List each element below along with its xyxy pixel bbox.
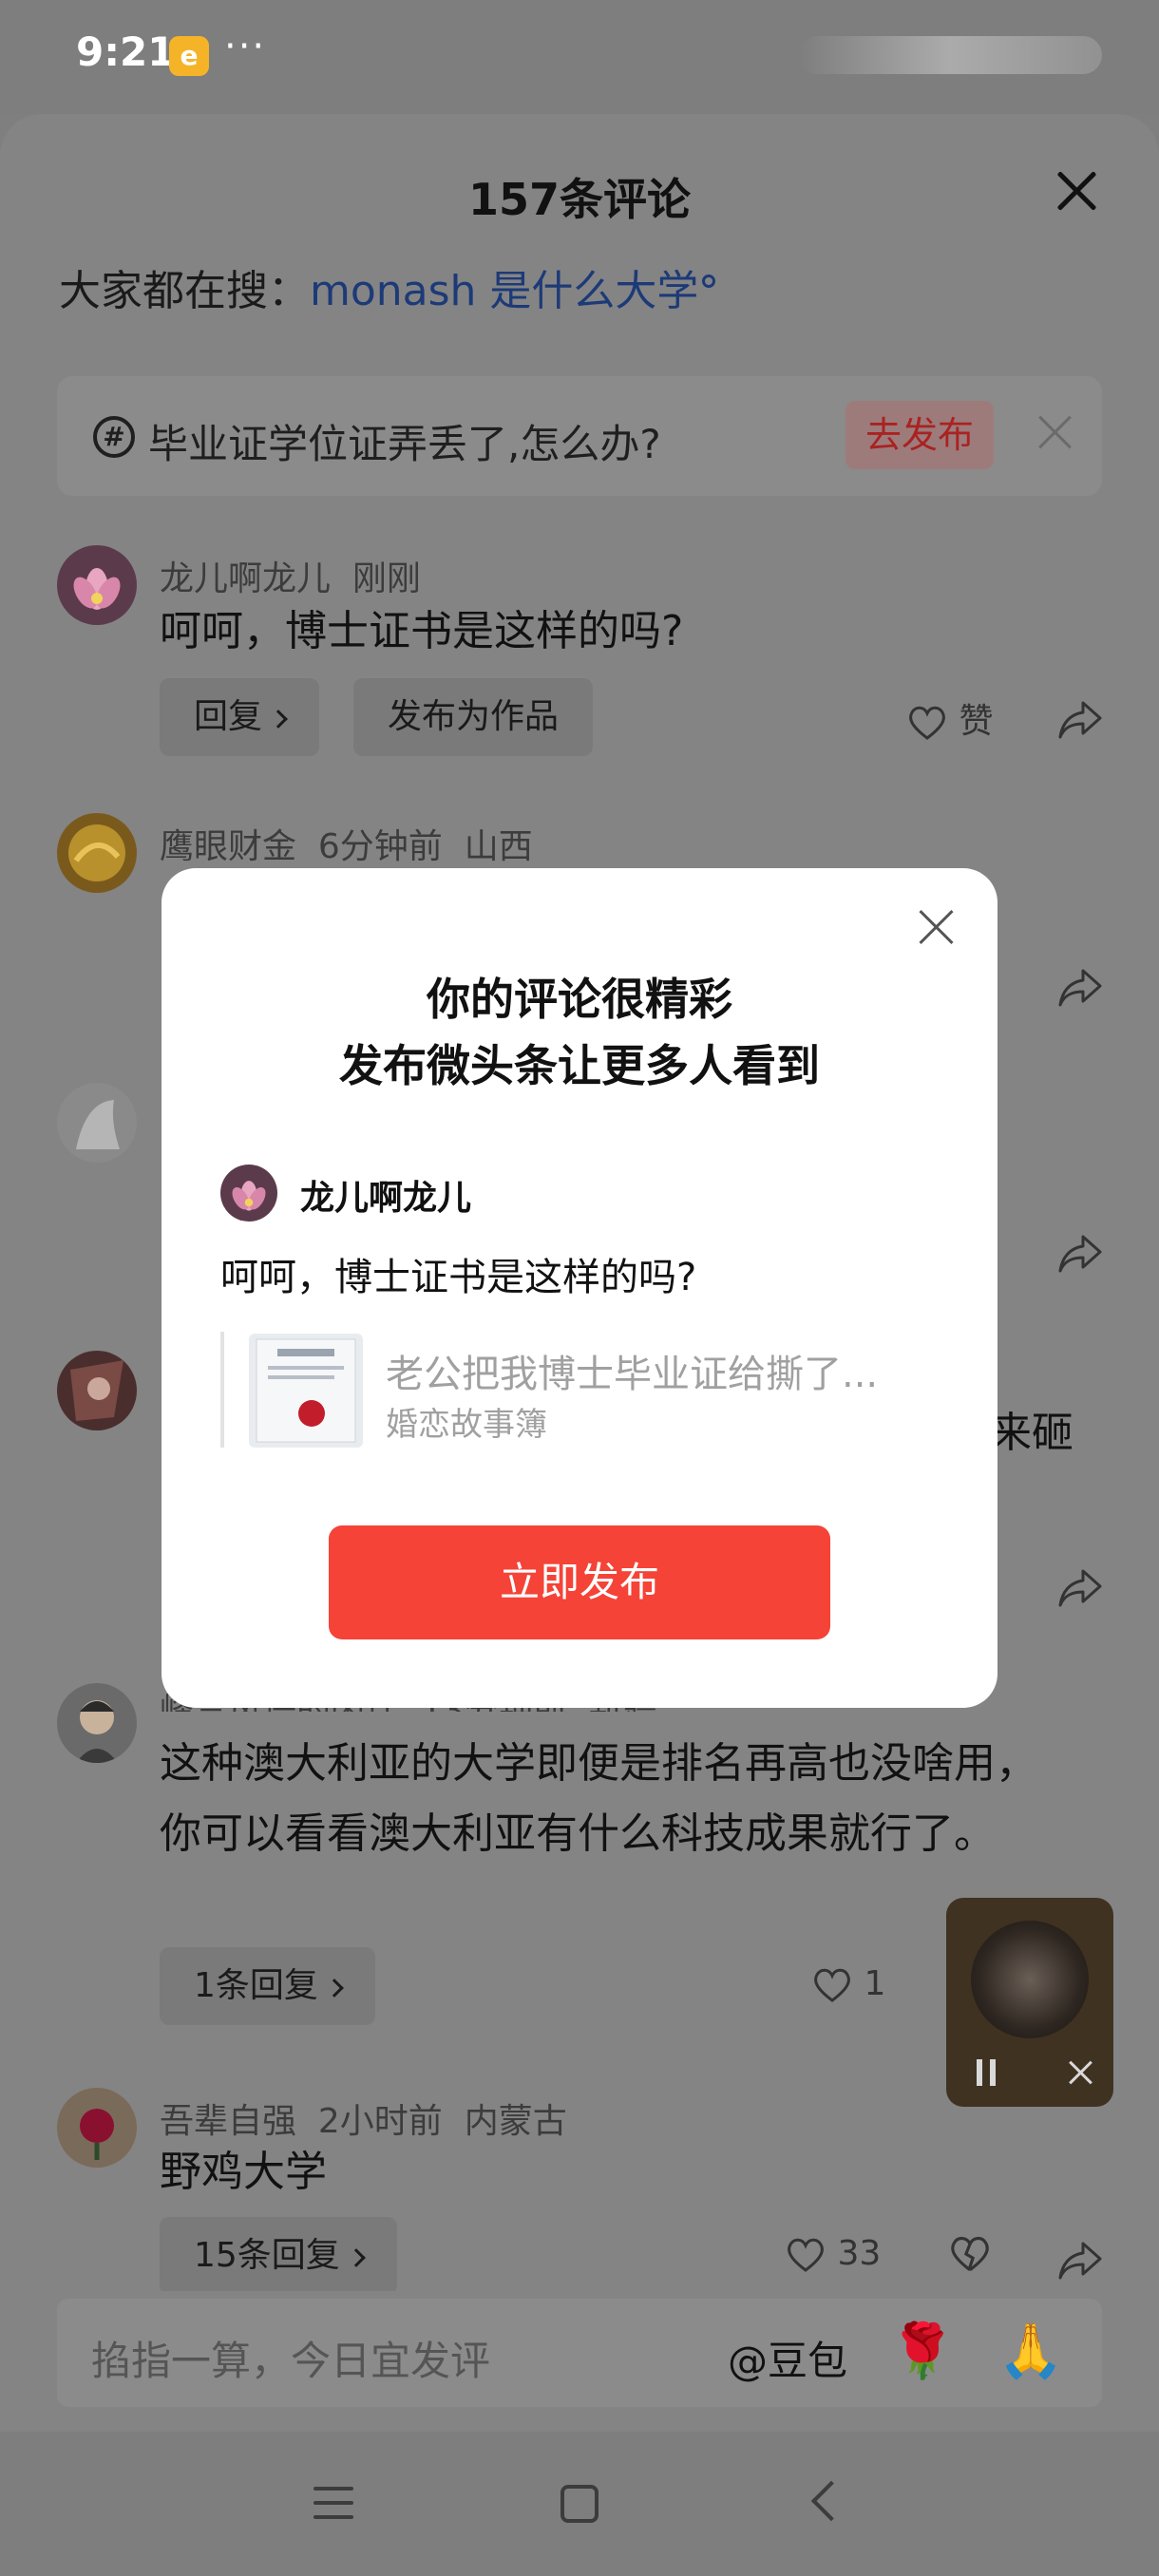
- system-nav-bar: [0, 2432, 1159, 2576]
- reply-button[interactable]: 回复: [160, 678, 320, 756]
- avatar[interactable]: [57, 813, 137, 893]
- rose-emoji[interactable]: 🌹: [889, 2320, 956, 2382]
- publish-as-work-button[interactable]: 发布为作品: [353, 678, 594, 756]
- topic-text: 毕业证学位证弄丢了,怎么办?: [148, 421, 661, 467]
- comment-region: 内蒙古: [464, 2102, 567, 2141]
- sheet-title: 157条评论: [467, 174, 692, 225]
- dialog-title: 你的评论很精彩: [427, 974, 732, 1025]
- mention-doubao-button[interactable]: @豆包: [728, 2329, 847, 2387]
- dialog-close-icon[interactable]: [918, 908, 956, 946]
- avatar[interactable]: [57, 1683, 137, 1763]
- status-indicators: [798, 36, 1102, 74]
- article-source: 婚恋故事簿: [386, 1406, 547, 1444]
- status-time: 9:21: [76, 28, 176, 75]
- chevron-right-icon: [346, 2248, 366, 2267]
- share-icon[interactable]: [1056, 2236, 1104, 2283]
- player-cover[interactable]: [971, 1921, 1089, 2038]
- comment-author[interactable]: 龙儿啊龙儿 刚刚: [160, 551, 421, 600]
- topic-card[interactable]: # 毕业证学位证弄丢了,怎么办? 去发布: [57, 376, 1102, 496]
- home-icon[interactable]: [560, 2485, 598, 2523]
- avatar[interactable]: [57, 2088, 137, 2168]
- share-icon[interactable]: [1056, 695, 1104, 743]
- share-icon[interactable]: [1056, 963, 1104, 1011]
- comment-input[interactable]: 掐指一算，今日宜发评 @豆包 🌹 🙏: [57, 2299, 1102, 2407]
- quoted-article: 老公把我博士毕业证给撕了... 婚恋故事簿: [220, 1332, 942, 1448]
- comment-author[interactable]: 吾辈自强 2小时前 内蒙古: [160, 2093, 567, 2143]
- heart-icon: [814, 1968, 850, 2002]
- article-title: 老公把我博士毕业证给撕了...: [386, 1353, 879, 1396]
- comment-text: 来砸: [990, 1409, 1074, 1457]
- dialog-author: 龙儿啊龙儿: [300, 1179, 472, 1218]
- avatar[interactable]: [57, 1083, 137, 1163]
- dialog-subtitle: 发布微头条让更多人看到: [339, 1040, 820, 1091]
- comment-text: 呵呵，博士证书是这样的吗?: [160, 607, 684, 655]
- search-icon: [702, 275, 716, 288]
- pause-icon[interactable]: [973, 2059, 999, 2088]
- hot-search-label: 大家都在搜：: [59, 267, 310, 315]
- replies-button-wrap: 15条回复: [160, 2217, 407, 2291]
- like-count: 33: [837, 2234, 882, 2273]
- more-notifications-icon: ···: [224, 25, 267, 68]
- share-icon[interactable]: [1056, 1229, 1104, 1277]
- replies-button[interactable]: 15条回复: [160, 2217, 397, 2291]
- status-bar: 9:21 e ···: [0, 0, 1159, 114]
- pray-emoji[interactable]: 🙏: [998, 2320, 1064, 2382]
- comment-text: 野鸡大学: [160, 2148, 327, 2196]
- topic-hash-icon: #: [93, 416, 135, 458]
- broken-heart-icon[interactable]: [948, 2234, 992, 2274]
- floating-player[interactable]: [946, 1898, 1113, 2107]
- comment-region: 山西: [464, 827, 533, 866]
- share-icon[interactable]: [1056, 1563, 1104, 1611]
- like-button[interactable]: 1: [811, 1964, 885, 2004]
- avatar[interactable]: [57, 1351, 137, 1430]
- topic-publish-button[interactable]: 去发布: [846, 401, 994, 469]
- app-notification-icon: e: [169, 36, 209, 76]
- avatar[interactable]: [57, 545, 137, 625]
- hot-search: 大家都在搜：monash 是什么大学: [59, 256, 716, 317]
- publish-dialog: 你的评论很精彩 发布微头条让更多人看到 龙儿啊龙儿 呵呵，博士证书是这样的吗? …: [162, 868, 998, 1708]
- hot-search-keyword[interactable]: monash 是什么大学: [310, 267, 698, 315]
- publish-now-button[interactable]: 立即发布: [329, 1525, 830, 1639]
- like-count: 1: [864, 1964, 886, 2003]
- avatar: [220, 1165, 277, 1222]
- comment-input-placeholder: 掐指一算，今日宜发评: [91, 2338, 491, 2384]
- comment-time: 6分钟前: [317, 827, 443, 866]
- menu-icon[interactable]: [314, 2487, 353, 2521]
- like-label: 赞: [959, 702, 994, 741]
- like-button[interactable]: 33: [785, 2234, 881, 2274]
- player-close-icon[interactable]: [1066, 2057, 1096, 2088]
- comment-text: 这种澳大利亚的大学即便是排名再高也没啥用，你可以看看澳大利亚有什么科技成果就行了…: [160, 1739, 1037, 1858]
- back-icon[interactable]: [810, 2480, 852, 2522]
- heart-icon: [788, 2238, 824, 2272]
- comment-time: 2小时前: [317, 2102, 443, 2141]
- close-icon[interactable]: [1054, 169, 1098, 213]
- dialog-comment-text: 呵呵，博士证书是这样的吗?: [220, 1256, 697, 1299]
- article-thumbnail: [249, 1334, 363, 1448]
- comment-time: 刚刚: [352, 559, 421, 598]
- chevron-right-icon: [325, 1979, 344, 1998]
- chevron-right-icon: [269, 710, 288, 729]
- replies-button[interactable]: 1条回复: [160, 1947, 375, 2025]
- comment-author[interactable]: 鹰眼财金 6分钟前 山西: [160, 819, 533, 868]
- topic-close-icon[interactable]: [1034, 410, 1077, 454]
- like-button[interactable]: 赞: [906, 693, 993, 743]
- heart-icon: [909, 706, 945, 740]
